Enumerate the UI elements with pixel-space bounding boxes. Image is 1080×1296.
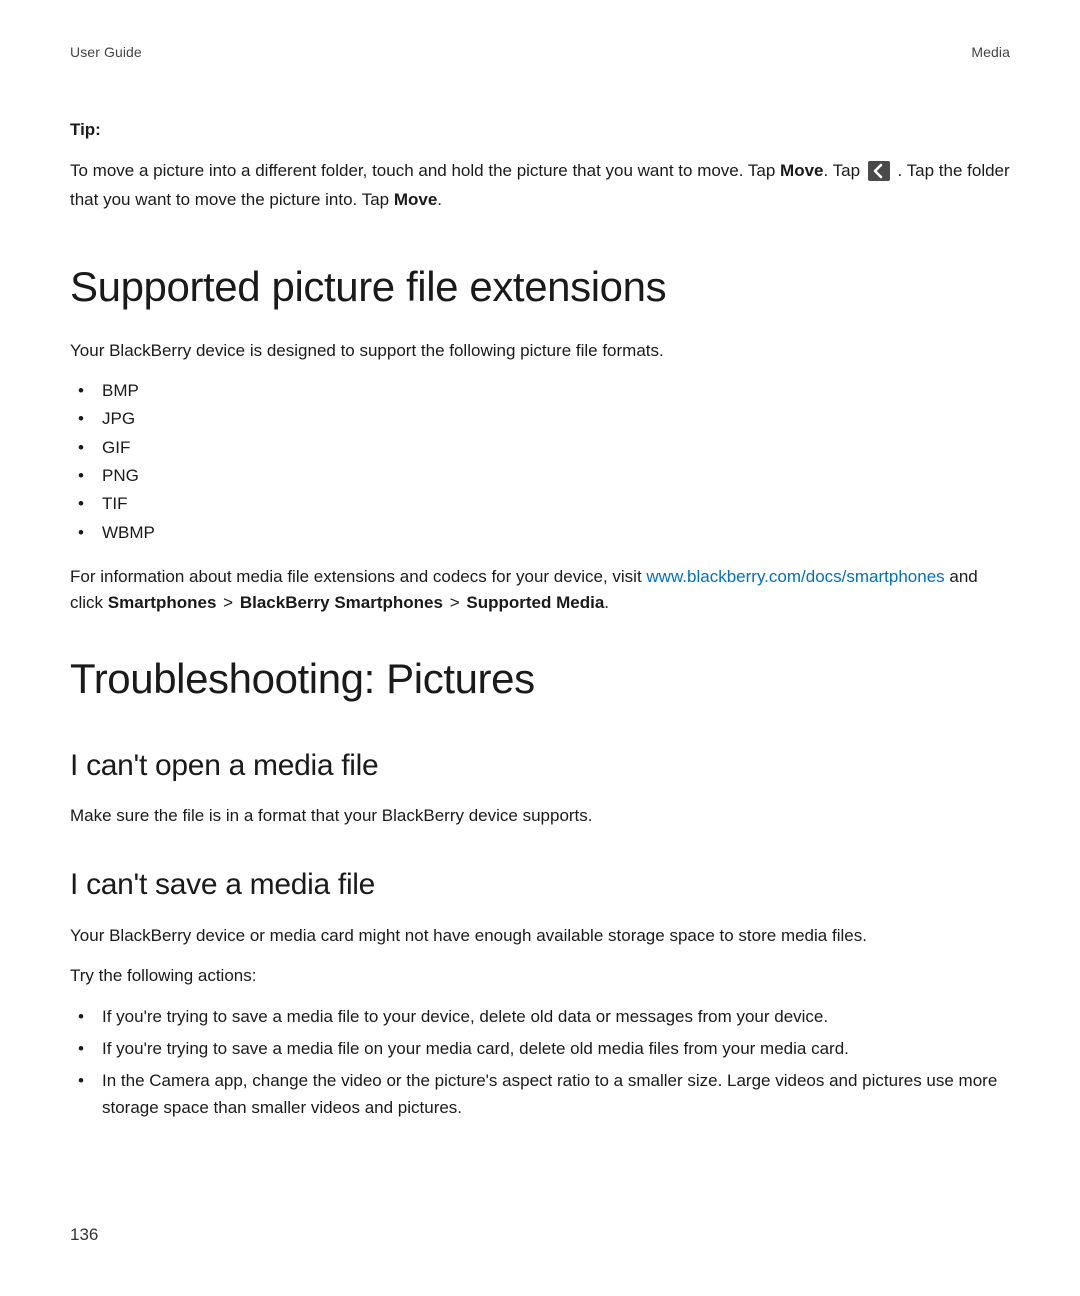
list-item: JPG xyxy=(70,406,1010,432)
tip-label: Tip: xyxy=(70,118,1010,143)
list-item: If you're trying to save a media file on… xyxy=(70,1036,1010,1062)
breadcrumb-1: Smartphones xyxy=(108,593,217,612)
tip-text-4: . xyxy=(437,190,442,209)
list-item: WBMP xyxy=(70,520,1010,546)
list-item: PNG xyxy=(70,463,1010,489)
list-item: BMP xyxy=(70,378,1010,404)
breadcrumb-3: Supported Media xyxy=(466,593,604,612)
list-item: GIF xyxy=(70,435,1010,461)
list-item: In the Camera app, change the video or t… xyxy=(70,1068,1010,1121)
subheading-cant-open: I can't open a media file xyxy=(70,744,1010,788)
supported-intro: Your BlackBerry device is designed to su… xyxy=(70,338,1010,364)
heading-troubleshooting: Troubleshooting: Pictures xyxy=(70,649,1010,710)
breadcrumb-sep: > xyxy=(218,593,237,612)
back-icon xyxy=(868,161,890,181)
breadcrumb-2: BlackBerry Smartphones xyxy=(240,593,443,612)
page-number: 136 xyxy=(70,1223,98,1248)
cant-save-body1: Your BlackBerry device or media card mig… xyxy=(70,923,1010,949)
more-info-paragraph: For information about media file extensi… xyxy=(70,564,1010,617)
formats-list: BMP JPG GIF PNG TIF WBMP xyxy=(70,378,1010,546)
list-item: If you're trying to save a media file to… xyxy=(70,1004,1010,1030)
subheading-cant-save: I can't save a media file xyxy=(70,863,1010,907)
cant-save-body2: Try the following actions: xyxy=(70,963,1010,989)
header-left: User Guide xyxy=(70,42,142,62)
page-header: User Guide Media xyxy=(70,42,1010,62)
breadcrumb-sep: > xyxy=(445,593,464,612)
header-right: Media xyxy=(971,42,1010,62)
tip-text-2: . Tap xyxy=(824,161,865,180)
cant-open-body: Make sure the file is in a format that y… xyxy=(70,803,1010,829)
info-end: . xyxy=(604,593,609,612)
heading-supported-extensions: Supported picture file extensions xyxy=(70,257,1010,318)
tip-move-2: Move xyxy=(394,190,437,209)
info-pre: For information about media file extensi… xyxy=(70,567,646,586)
docs-link[interactable]: www.blackberry.com/docs/smartphones xyxy=(646,567,944,586)
tip-text-1: To move a picture into a different folde… xyxy=(70,161,780,180)
tip-move-1: Move xyxy=(780,161,823,180)
tip-body: To move a picture into a different folde… xyxy=(70,157,1010,215)
list-item: TIF xyxy=(70,491,1010,517)
actions-list: If you're trying to save a media file to… xyxy=(70,1004,1010,1121)
